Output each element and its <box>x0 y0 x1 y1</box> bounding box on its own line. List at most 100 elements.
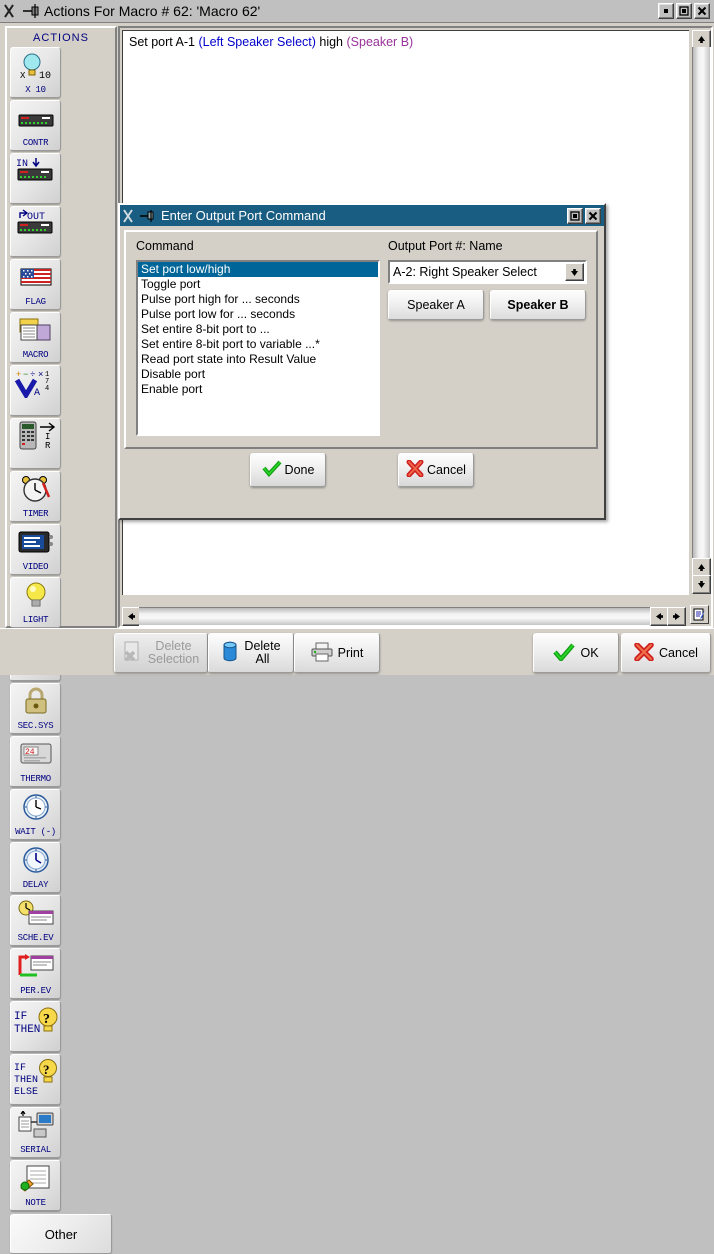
list-item[interactable]: Set entire 8-bit port to ... <box>138 322 378 337</box>
sidebar-item-out[interactable]: OUT OUT <box>10 206 61 257</box>
video-monitor-icon <box>11 527 60 557</box>
maximize-button[interactable] <box>676 3 692 19</box>
svg-text:−: − <box>23 370 28 380</box>
actions-sidebar: ACTIONS X 10 X 10 CONTR IN OUT FLAG MACR… <box>5 26 117 1254</box>
delete-all-button[interactable]: Delete All <box>208 633 294 673</box>
sidebar-item-delay[interactable]: DELAY <box>10 842 61 893</box>
svg-text:10: 10 <box>39 71 51 79</box>
list-item[interactable]: Set entire 8-bit port to variable ...* <box>138 337 378 352</box>
sidebar-item-label: X 10 <box>25 85 46 95</box>
list-item[interactable]: Pulse port high for ... seconds <box>138 292 378 307</box>
scroll-track[interactable] <box>692 47 711 560</box>
delete-selection-button[interactable]: Delete Selection <box>114 633 208 673</box>
dialog-close-button[interactable] <box>585 207 601 224</box>
edit-note-corner-button[interactable] <box>690 605 709 624</box>
arrow-left-icon <box>656 613 663 620</box>
window-control-buttons <box>658 3 714 19</box>
x-logo-icon <box>122 207 140 225</box>
database-icon <box>221 641 239 666</box>
command-listbox[interactable]: Set port low/high Toggle port Pulse port… <box>136 260 380 436</box>
cancel-button-main[interactable]: Cancel <box>621 633 711 673</box>
minimize-button[interactable] <box>658 3 674 19</box>
command-label: Command <box>136 239 194 253</box>
list-item[interactable]: Toggle port <box>138 277 378 292</box>
sidebar-item-timer[interactable]: TIMER <box>10 471 61 522</box>
ok-label: OK <box>580 645 599 660</box>
sidebar-item-label: SERIAL <box>20 1145 51 1155</box>
note-pencil-icon <box>11 1163 60 1193</box>
delay-clock-icon <box>11 845 60 875</box>
scroll-down-button[interactable] <box>692 575 711 594</box>
editor-horizontal-scrollbar[interactable] <box>122 607 688 626</box>
close-button[interactable] <box>694 3 710 19</box>
if-then-question-icon: IF THEN? <box>11 1006 60 1046</box>
list-item[interactable]: Disable port <box>138 367 378 382</box>
sidebar-item-ifthenelse[interactable]: IFTHENELSE? IF <box>10 1054 61 1105</box>
sidebar-item-light[interactable]: LIGHT <box>10 577 61 628</box>
scroll-right-button[interactable] <box>667 607 686 626</box>
action-line[interactable]: Set port A-1 (Left Speaker Select) high … <box>123 31 689 53</box>
cancel-label-main: Cancel <box>659 645 698 660</box>
dialog-maximize-button[interactable] <box>567 207 583 224</box>
sidebar-item-video[interactable]: VIDEO <box>10 524 61 575</box>
dialog-footer: Done Cancel <box>120 453 604 487</box>
ok-button[interactable]: OK <box>533 633 619 673</box>
cancel-button[interactable]: Cancel <box>398 453 474 487</box>
controller-icon <box>11 103 60 133</box>
sidebar-item-thermo[interactable]: 24 THERMO <box>10 736 61 787</box>
sidebar-item-other[interactable]: Other <box>10 1214 112 1254</box>
arrow-up-icon <box>698 36 705 43</box>
serial-port-icon <box>11 1110 60 1140</box>
done-label: Done <box>284 463 315 477</box>
list-item[interactable]: Set port low/high <box>138 262 378 277</box>
svg-text:4: 4 <box>45 385 49 393</box>
sidebar-item-scheev[interactable]: SCHE.EV <box>10 895 61 946</box>
sidebar-item-flag[interactable]: FLAG <box>10 259 61 310</box>
list-item[interactable]: Read port state into Result Value <box>138 352 378 367</box>
flag-icon <box>11 262 60 292</box>
svg-text:×: × <box>38 370 43 380</box>
dialog-body: Command Set port low/high Toggle port Pu… <box>124 230 598 449</box>
list-item[interactable]: Pulse port low for ... seconds <box>138 307 378 322</box>
speaker-a-button[interactable]: Speaker A <box>388 290 484 320</box>
output-port-select[interactable]: A-2: Right Speaker Select <box>388 260 587 284</box>
sidebar-item-secsys[interactable]: SEC.SYS <box>10 683 61 734</box>
output-port-value: A-2: Right Speaker Select <box>393 265 537 279</box>
sidebar-item-var[interactable]: +−÷×174A VAR <box>10 365 61 416</box>
print-button[interactable]: Print <box>294 633 380 673</box>
x-logo-icon <box>2 1 22 21</box>
sidebar-item-serial[interactable]: SERIAL <box>10 1107 61 1158</box>
dialog-titlebar: Enter Output Port Command <box>120 205 604 226</box>
svg-text:24: 24 <box>25 748 35 757</box>
window-title: Actions For Macro # 62: 'Macro 62' <box>44 3 261 19</box>
lightbulb-icon <box>11 580 60 610</box>
sidebar-item-wait[interactable]: WAIT (-) <box>10 789 61 840</box>
red-x-icon <box>634 641 654 664</box>
action-text-state: high <box>315 35 347 49</box>
speaker-b-button[interactable]: Speaker B <box>490 290 586 320</box>
svg-text:+: + <box>16 370 21 380</box>
output-port-label: Output Port #: Name <box>388 239 503 253</box>
chevron-down-icon[interactable] <box>565 263 584 281</box>
svg-text:IF: IF <box>14 1011 27 1023</box>
pin-icon <box>140 208 156 224</box>
sidebar-item-perev[interactable]: PER.EV <box>10 948 61 999</box>
sidebar-item-label: FLAG <box>25 297 46 307</box>
editor-vertical-scrollbar[interactable] <box>692 30 711 594</box>
sidebar-item-ifthen[interactable]: IFTHEN? IF <box>10 1001 61 1052</box>
sidebar-item-in[interactable]: IN IN <box>10 153 61 204</box>
print-label: Print <box>337 645 364 660</box>
sidebar-item-ir[interactable]: IR IR <box>10 418 61 469</box>
sidebar-item-label: SEC.SYS <box>17 721 54 731</box>
arrow-down-icon <box>698 581 705 588</box>
scroll-track[interactable] <box>139 607 652 626</box>
svg-text:X: X <box>20 71 26 79</box>
done-button[interactable]: Done <box>250 453 326 487</box>
sidebar-item-note[interactable]: NOTE <box>10 1160 61 1211</box>
list-item[interactable]: Enable port <box>138 382 378 397</box>
sidebar-item-contr[interactable]: CONTR <box>10 100 61 151</box>
printer-icon <box>311 642 333 665</box>
sidebar-item-macro[interactable]: MACRO <box>10 312 61 363</box>
svg-text:ELSE: ELSE <box>14 1087 38 1098</box>
sidebar-item-x10[interactable]: X 10 X 10 <box>10 47 61 98</box>
